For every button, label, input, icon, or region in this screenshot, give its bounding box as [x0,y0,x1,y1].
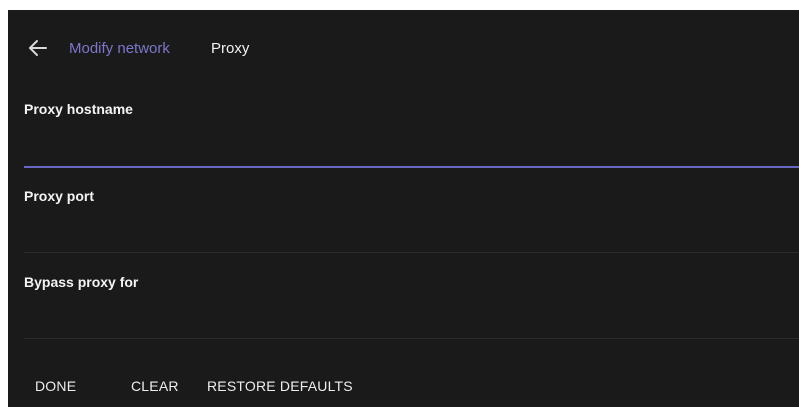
divider [24,338,799,339]
clear-button[interactable]: CLEAR [131,378,179,394]
back-button[interactable] [26,36,54,60]
proxy-port-label: Proxy port [24,188,95,204]
proxy-settings-panel: Modify network Proxy Proxy hostname Prox… [8,10,799,407]
header: Modify network Proxy [8,10,799,86]
screen: Modify network Proxy Proxy hostname Prox… [0,0,799,407]
proxy-hostname-label: Proxy hostname [24,101,133,117]
bypass-proxy-label: Bypass proxy for [24,274,139,290]
page-title: Proxy [211,40,250,57]
divider [24,252,799,253]
proxy-hostname-input[interactable] [24,134,799,168]
arrow-left-icon [29,40,47,56]
restore-defaults-button[interactable]: RESTORE DEFAULTS [207,378,353,394]
proxy-port-input[interactable] [24,217,799,251]
breadcrumb-modify-network[interactable]: Modify network [69,40,170,57]
bypass-proxy-input[interactable] [24,303,799,337]
done-button[interactable]: DONE [35,378,76,394]
